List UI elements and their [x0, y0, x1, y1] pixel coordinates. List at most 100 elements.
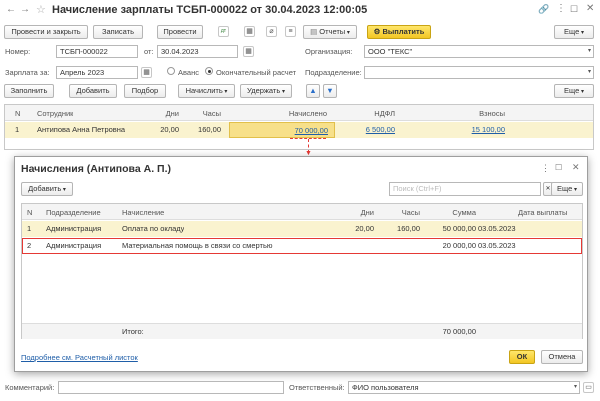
number-label: Номер: — [5, 47, 31, 56]
chevron-down-icon: ▾ — [345, 30, 350, 36]
row-pay-date: 03.05.2023 — [478, 224, 516, 233]
dt-kt-icon[interactable]: дт — [218, 26, 229, 37]
responsible-label: Ответственный: — [289, 383, 345, 392]
forward-arrow-icon[interactable]: → — [20, 4, 30, 15]
maximize-icon[interactable]: ☐ — [555, 163, 562, 172]
final-radio[interactable] — [205, 67, 213, 75]
add-label: Добавить — [28, 184, 62, 193]
post-button[interactable]: Провести — [157, 25, 203, 39]
dialog-search-input[interactable]: Поиск (Ctrl+F) — [389, 182, 541, 196]
col-contrib: Взносы — [479, 109, 505, 118]
col-days: Дни — [360, 208, 374, 217]
row-employee: Антипова Анна Петровна — [37, 125, 126, 134]
dialog-title: Начисления (Антипова А. П.) — [21, 163, 171, 175]
accruals-dialog: Начисления (Антипова А. П.) ⋮ ☐ ✕ Добави… — [14, 156, 588, 372]
dialog-more-button[interactable]: Еще ▾ — [551, 182, 583, 196]
close-icon[interactable]: ✕ — [586, 3, 594, 14]
calendar-icon[interactable]: ▦ — [141, 67, 152, 78]
calendar-icon[interactable]: ▦ — [243, 46, 254, 57]
table-more-button[interactable]: Еще ▾ — [554, 84, 594, 98]
table-row[interactable]: 2 Администрация Материальная помощь в св… — [22, 238, 582, 254]
favorite-star-icon[interactable]: ☆ — [36, 3, 46, 16]
chevron-down-icon: ▾ — [222, 89, 228, 95]
more-label: Еще — [564, 86, 580, 95]
org-field[interactable]: ООО "ТЕКС" ▾ — [364, 45, 594, 58]
responsible-value: ФИО пользователя — [352, 383, 419, 392]
back-arrow-icon[interactable]: ← — [6, 4, 16, 15]
row-contrib[interactable]: 15 100,00 — [445, 125, 505, 135]
period-field[interactable]: Апрель 2023 — [56, 66, 138, 79]
total-label: Итого: — [122, 327, 144, 336]
row-n: 1 — [15, 125, 20, 134]
chevron-down-icon: ▾ — [573, 384, 577, 390]
row-n: 2 — [27, 241, 32, 250]
row-ndfl[interactable]: 6 500,00 — [355, 125, 395, 135]
select-button[interactable]: Подбор — [124, 84, 166, 98]
row-hours: 160,00 — [397, 224, 420, 233]
table-row[interactable]: 1 Администрация Оплата по окладу 20,00 1… — [22, 221, 582, 237]
org-label: Организация: — [305, 47, 353, 56]
col-division: Подразделение — [46, 208, 101, 217]
attachment-icon[interactable]: ⌀ — [266, 26, 277, 37]
fill-button[interactable]: Заполнить — [4, 84, 54, 98]
payslip-link[interactable]: Подробнее см. Расчетный листок — [21, 353, 138, 362]
date-value: 30.04.2023 — [161, 47, 199, 56]
menu-dots-icon[interactable]: ⋮ — [556, 3, 566, 14]
move-up-button[interactable]: ▲ — [306, 84, 320, 98]
maximize-icon[interactable]: ☐ — [570, 4, 578, 15]
row-division: Администрация — [46, 241, 102, 250]
save-button[interactable]: Записать — [93, 25, 143, 39]
move-down-button[interactable]: ▼ — [323, 84, 337, 98]
row-accrued[interactable]: 70 000,00 — [232, 126, 328, 136]
open-icon[interactable]: ▭ — [583, 382, 594, 393]
total-value: 70 000,00 — [442, 327, 476, 336]
withhold-label: Удержать — [247, 86, 281, 95]
post-and-close-button[interactable]: Провести и закрыть — [4, 25, 88, 39]
document-icon[interactable]: ≡ — [285, 26, 296, 37]
withhold-button[interactable]: Удержать ▾ — [240, 84, 292, 98]
date-field[interactable]: 30.04.2023 — [157, 45, 238, 58]
period-label: Зарплата за: — [5, 68, 50, 77]
window-title: Начисление зарплаты ТСБП-000022 от 30.04… — [52, 4, 368, 16]
table-header: N Сотрудник Дни Часы Начислено НДФЛ Взно… — [5, 105, 593, 121]
comment-label: Комментарий: — [5, 383, 55, 392]
col-n: N — [27, 208, 33, 217]
final-label: Окончательный расчет — [216, 68, 297, 77]
link-icon[interactable]: 🔗 — [538, 4, 549, 15]
comment-field[interactable] — [58, 381, 284, 394]
chevron-down-icon: ▾ — [579, 89, 584, 95]
responsible-field[interactable]: ФИО пользователя ▾ — [348, 381, 580, 394]
table-icon[interactable]: ▦ — [244, 26, 255, 37]
table-row[interactable]: 1 Антипова Анна Петровна 20,00 160,00 70… — [5, 122, 593, 138]
col-days: Дни — [165, 109, 179, 118]
ok-button[interactable]: ОК — [509, 350, 535, 364]
dialog-add-button[interactable]: Добавить ▾ — [21, 182, 73, 196]
col-n: N — [15, 109, 21, 118]
number-field[interactable]: ТСБП-000022 — [56, 45, 138, 58]
col-accrued: Начислено — [288, 109, 327, 118]
row-days: 20,00 — [355, 224, 374, 233]
reports-label: Отчеты — [319, 27, 346, 36]
reports-button[interactable]: ▤ Отчеты ▾ — [303, 25, 357, 39]
add-row-button[interactable]: Добавить — [69, 84, 117, 98]
accrued-cell[interactable]: 70 000,00 — [229, 122, 335, 138]
advance-radio[interactable] — [167, 67, 175, 75]
row-accrual: Материальная помощь в связи со смертью — [122, 241, 273, 250]
pay-button[interactable]: ⚙ Выплатить — [367, 25, 431, 39]
date-label: от: — [144, 47, 154, 56]
row-days: 20,00 — [160, 125, 179, 134]
col-ndfl: НДФЛ — [374, 109, 395, 118]
col-hours: Часы — [401, 208, 420, 217]
org-value: ООО "ТЕКС" — [368, 47, 413, 56]
division-field[interactable]: ▾ — [364, 66, 594, 79]
menu-dots-icon[interactable]: ⋮ — [541, 163, 550, 174]
row-division: Администрация — [46, 224, 102, 233]
more-button[interactable]: Еще ▾ — [554, 25, 594, 39]
close-icon[interactable]: ✕ — [572, 162, 580, 173]
search-placeholder: Поиск (Ctrl+F) — [393, 184, 442, 193]
arrow-up-icon: ▲ — [309, 86, 317, 95]
accrue-button[interactable]: Начислить ▾ — [178, 84, 235, 98]
chevron-down-icon: ▾ — [280, 89, 285, 95]
cancel-button[interactable]: Отмена — [541, 350, 583, 364]
col-employee: Сотрудник — [37, 109, 74, 118]
